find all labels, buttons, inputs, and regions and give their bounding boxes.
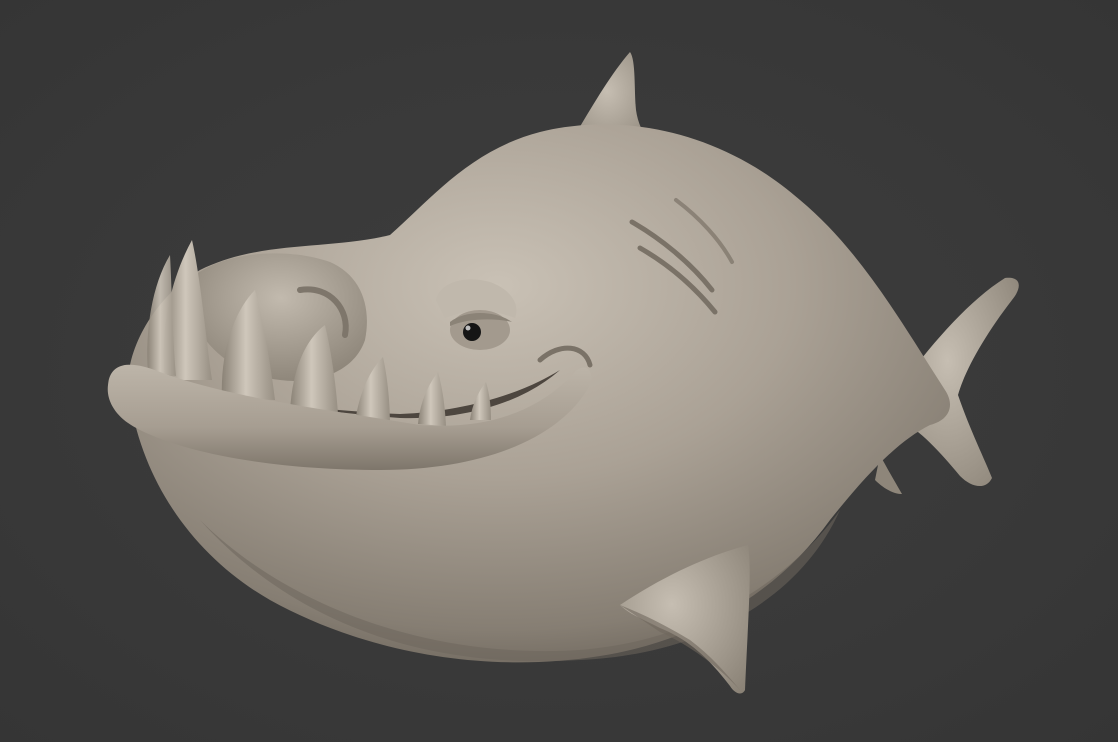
3d-viewport[interactable] bbox=[0, 0, 1118, 742]
tooth bbox=[147, 255, 176, 376]
eye-pupil bbox=[463, 323, 481, 341]
shark-sculpt-render bbox=[107, 52, 1019, 694]
eye-highlight bbox=[465, 325, 471, 331]
